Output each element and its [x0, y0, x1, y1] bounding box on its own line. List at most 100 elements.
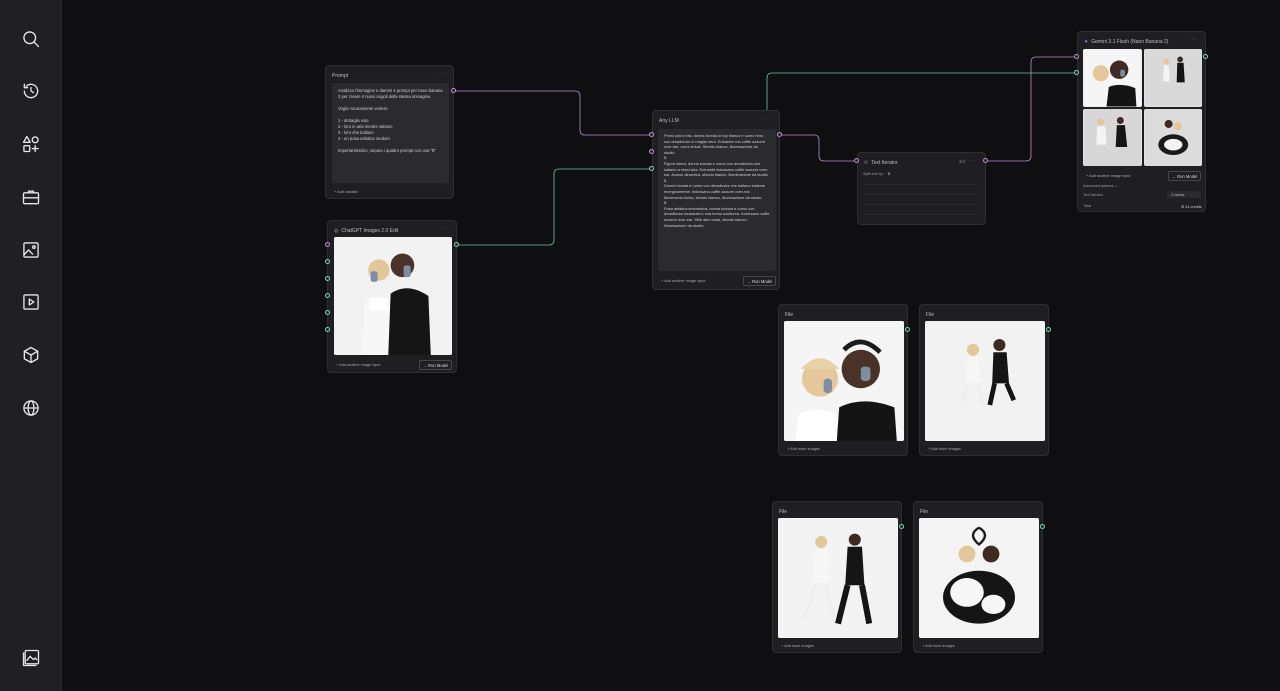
- iterator-input-port[interactable]: [854, 158, 859, 163]
- gemini-node[interactable]: ✦ Gemini 3.1 Flash (Nano Banana 2) ··· +…: [1077, 31, 1206, 212]
- node-header: ⟳ Text Iterator 4/4 ···: [864, 158, 979, 168]
- more-icon[interactable]: ···: [764, 116, 772, 122]
- toolbox-icon[interactable]: [19, 185, 43, 209]
- file-output-port[interactable]: [1040, 524, 1045, 529]
- split-value-input[interactable]: $: [888, 172, 890, 176]
- node-title: Any LLM: [659, 118, 679, 124]
- node-header: File: [779, 507, 895, 517]
- node-title: Gemini 3.1 Flash (Nano Banana 2): [1091, 39, 1169, 45]
- more-icon[interactable]: ···: [441, 226, 449, 232]
- text-iterator-values-pill: 4 values: [1167, 191, 1201, 198]
- text-iterator-node[interactable]: ⟳ Text Iterator 4/4 ··· Split text by: $: [857, 152, 986, 225]
- output-image[interactable]: [334, 237, 452, 355]
- file-node[interactable]: File + Add more images: [772, 501, 902, 653]
- llm-input-port-prompt[interactable]: [649, 132, 654, 137]
- gemini-input-port-image[interactable]: [1074, 70, 1079, 75]
- face-closeup-image: [784, 321, 904, 441]
- couple-profile-image: [334, 237, 452, 355]
- add-variable-link[interactable]: + Add variable: [334, 190, 358, 194]
- llm-input-port-image[interactable]: [649, 166, 654, 171]
- cube-icon[interactable]: [19, 343, 43, 367]
- sculptural-pose-image: [919, 518, 1039, 638]
- add-image-input-link[interactable]: + Add another image input: [661, 279, 705, 283]
- gemini-output-port[interactable]: [1203, 54, 1208, 59]
- file-node[interactable]: File + Add more images: [919, 304, 1049, 456]
- add-more-images-link[interactable]: + Add more images: [922, 644, 955, 648]
- node-header: Prompt ···: [332, 71, 447, 81]
- video-icon[interactable]: [19, 290, 43, 314]
- advanced-params-toggle[interactable]: Advanced params ⌄: [1083, 183, 1118, 188]
- llm-input-port-system[interactable]: [649, 149, 654, 154]
- output-image-grid: [1083, 49, 1202, 166]
- file-output-port[interactable]: [1046, 327, 1051, 332]
- node-title: File: [920, 509, 929, 515]
- dancing-image: [778, 518, 898, 638]
- node-title: File: [926, 312, 935, 318]
- file-output-port[interactable]: [905, 327, 910, 332]
- any-llm-node[interactable]: Any LLM ··· Primo piano visi, donna bion…: [652, 110, 780, 290]
- chatgpt-input-port-2[interactable]: [325, 259, 330, 264]
- file-image[interactable]: [784, 321, 904, 441]
- node-title: Text Iterator: [871, 160, 898, 166]
- output-image-1[interactable]: [1083, 49, 1142, 107]
- node-header: File: [785, 310, 901, 320]
- chatgpt-input-port-1[interactable]: [325, 242, 330, 247]
- output-image-2[interactable]: [1143, 49, 1202, 107]
- node-title: File: [779, 509, 788, 515]
- add-more-images-link[interactable]: + Add more images: [928, 447, 961, 451]
- iteration-row: [864, 194, 979, 195]
- chatgpt-images-node[interactable]: ◍ ChatGPT Images 2.0 Edit ··· + Add anot…: [327, 220, 457, 373]
- prompt-output-port[interactable]: [451, 88, 456, 93]
- file-image[interactable]: [919, 518, 1039, 638]
- run-model-button[interactable]: → Run Model: [1168, 171, 1201, 181]
- openai-icon: ◍: [334, 228, 339, 234]
- node-header: File: [920, 507, 1036, 517]
- chatgpt-input-port-5[interactable]: [325, 310, 330, 315]
- prompt-textarea[interactable]: Analizza l'immagine e dammi 4 prompt per…: [332, 83, 449, 183]
- chatgpt-input-port-4[interactable]: [325, 293, 330, 298]
- globe-icon[interactable]: [19, 396, 43, 420]
- gemini-sparkle-icon: ✦: [1084, 39, 1089, 45]
- iterator-output-port[interactable]: [983, 158, 988, 163]
- run-model-button[interactable]: → Run Model: [743, 276, 776, 286]
- gallery-icon[interactable]: [19, 646, 43, 670]
- image-icon[interactable]: [19, 238, 43, 262]
- add-image-input-link[interactable]: + Add another image input: [1086, 174, 1130, 178]
- file-image[interactable]: [925, 321, 1045, 441]
- prompt-node[interactable]: Prompt ··· Analizza l'immagine e dammi 4…: [325, 65, 454, 199]
- search-icon[interactable]: [19, 27, 43, 51]
- file-node[interactable]: File + Add more images: [778, 304, 908, 456]
- gemini-input-port-prompt[interactable]: [1074, 54, 1079, 59]
- chatgpt-input-port-3[interactable]: [325, 276, 330, 281]
- text-iterator-label: Text Iterator: [1083, 193, 1104, 197]
- file-output-port[interactable]: [899, 524, 904, 529]
- total-credits: ✲ 24 credits: [1181, 205, 1202, 209]
- iteration-count: 4/4: [958, 159, 965, 164]
- total-label: Total: [1083, 204, 1092, 208]
- node-title: Prompt: [332, 73, 349, 79]
- file-node[interactable]: File + Add more images: [913, 501, 1043, 653]
- add-image-input-link[interactable]: + Add another image input: [336, 363, 380, 367]
- node-header: Any LLM ···: [659, 116, 773, 126]
- output-image-4[interactable]: [1143, 108, 1202, 166]
- shapes-plus-icon[interactable]: [19, 132, 43, 156]
- more-icon[interactable]: ···: [438, 71, 446, 77]
- add-more-images-link[interactable]: + Add more images: [781, 644, 814, 648]
- chatgpt-output-port[interactable]: [454, 242, 459, 247]
- iteration-row: [864, 184, 979, 185]
- more-icon[interactable]: ···: [1190, 37, 1198, 43]
- jumping-image: [925, 321, 1045, 441]
- node-header: ◍ ChatGPT Images 2.0 Edit ···: [334, 226, 450, 236]
- node-title: ChatGPT Images 2.0 Edit: [341, 228, 399, 234]
- file-image[interactable]: [778, 518, 898, 638]
- more-icon[interactable]: ···: [970, 158, 978, 164]
- iteration-row: [864, 204, 979, 205]
- node-header: File: [926, 310, 1042, 320]
- llm-output-port[interactable]: [777, 132, 782, 137]
- node-header: ✦ Gemini 3.1 Flash (Nano Banana 2) ···: [1084, 37, 1199, 47]
- chatgpt-input-port-6[interactable]: [325, 327, 330, 332]
- history-icon[interactable]: [19, 79, 43, 103]
- output-image-3[interactable]: [1083, 108, 1142, 166]
- run-model-button[interactable]: → Run Model: [419, 360, 452, 370]
- add-more-images-link[interactable]: + Add more images: [787, 447, 820, 451]
